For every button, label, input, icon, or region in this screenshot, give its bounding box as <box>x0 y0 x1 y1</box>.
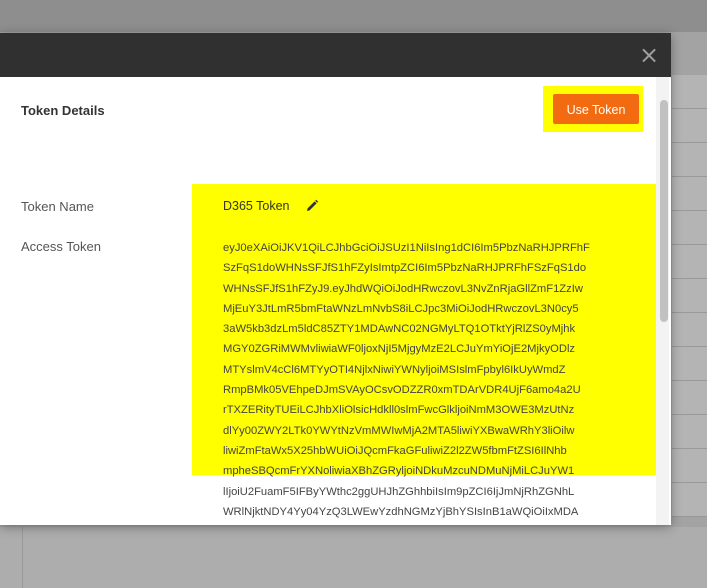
access-token-line: zMjAwMTY2OTNGNkE0IiwicmgiOiIwLkFVWUFCQUJ… <box>223 522 643 525</box>
access-token-line: lIjoiU2FuamF5IFByYWthc2ggUHJhZGhhbiIsIm9… <box>223 485 575 498</box>
background-row <box>672 177 707 211</box>
background-row <box>672 347 707 381</box>
access-token-line: mpheSBQcmFrYXNoliwiaXBhZGRyljoiNDkuMzcuN… <box>223 465 575 478</box>
close-icon[interactable]: × <box>636 42 662 68</box>
pencil-icon[interactable] <box>304 198 320 214</box>
background-row <box>672 449 707 483</box>
access-token-line: eyJ0eXAiOiJKV1QiLCJhbGciOiJSUzI1NiIsIng1… <box>223 242 590 254</box>
use-token-highlight: Use Token <box>543 86 643 132</box>
background-divider <box>22 527 23 588</box>
access-token-line: dlYy00ZWY2LTk0YWYtNzVmMWIwMjA2MTA5liwiYX… <box>223 424 575 437</box>
background-row <box>672 245 707 279</box>
background-toolbar <box>0 0 707 32</box>
background-row <box>672 211 707 245</box>
background-row <box>672 415 707 449</box>
token-details-modal: × Token Details Use Token Token Name D36… <box>0 33 671 525</box>
use-token-button[interactable]: Use Token <box>553 94 639 124</box>
access-token-value: eyJ0eXAiOiJKV1QiLCJhbGciOiJSUzI1NiIsIng1… <box>223 238 643 525</box>
background-row <box>672 313 707 347</box>
background-row <box>672 381 707 415</box>
background-row <box>672 279 707 313</box>
token-name-value: D365 Token <box>223 199 290 213</box>
background-row <box>672 483 707 517</box>
access-token-line: 3aW5kb3dzLm5ldC85ZTY1MDAwNC02NGMyLTQ1OTk… <box>223 323 576 336</box>
access-token-line: MjEuY3JtLmR5bmFtaWNzLmNvbS8iLCJpc3MiOiJo… <box>223 302 579 315</box>
access-token-line: SzFqS1doWHNsSFJfS1hFZyIsImtpZCI6Im5PbzNa… <box>223 262 587 275</box>
access-token-line: liwiZmFtaWx5X25hbWUiOiJQcmFkaGFuliwiZ2l2… <box>223 444 567 457</box>
modal-header: × <box>0 33 671 77</box>
modal-body: Token Details Use Token Token Name D365 … <box>0 77 671 525</box>
token-name-label: Token Name <box>21 199 94 214</box>
access-token-line: rTXZERityTUEiLCJhbXliOlsicHdkll0slmFwcGl… <box>223 404 575 417</box>
background-row <box>672 143 707 177</box>
background-row <box>672 75 707 109</box>
access-token-line: MTYslmV4cCl6MTYyOTI4NjlxNiwiYWNyljoiMSIs… <box>223 363 566 376</box>
access-token-line: MGY0ZGRiMWMvliwiaWF0ljoxNjI5MjgyMzE2LCJu… <box>223 343 576 356</box>
access-token-line: RmpBMk05VEhpeDJmSVAyOCsvODZZR0xmTDArVDR4… <box>223 384 581 397</box>
background-row <box>672 109 707 143</box>
access-token-line: WRlNjktNDY4Yy04YzQ3LWEwYzdhNGMzYjBhYSIsI… <box>223 505 579 518</box>
background-footer <box>0 527 707 588</box>
section-title: Token Details <box>21 103 105 118</box>
scrollbar-thumb[interactable] <box>660 100 668 322</box>
access-token-line: WHNsSFJfS1hFZyJ9.eyJhdWQiOiJodHRwczovL3N… <box>223 282 583 295</box>
access-token-label: Access Token <box>21 239 101 254</box>
